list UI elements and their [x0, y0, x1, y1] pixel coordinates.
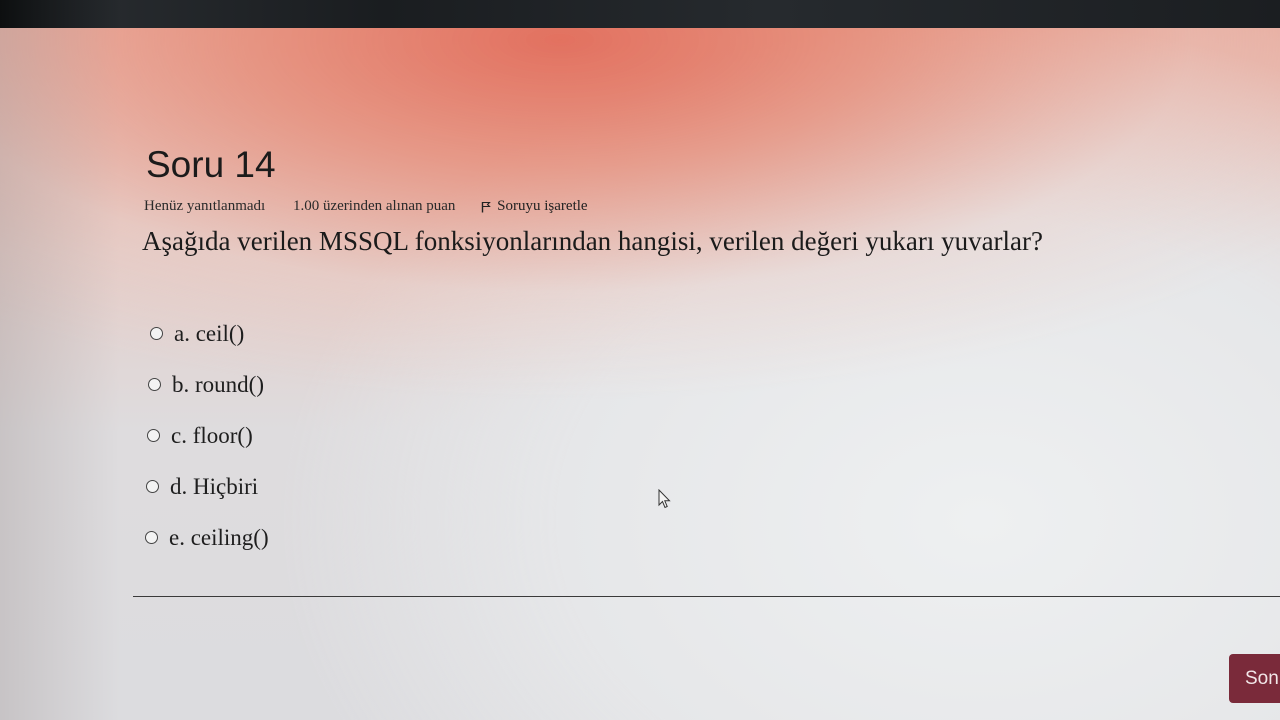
left-shadow — [0, 28, 120, 720]
mouse-pointer-icon — [658, 488, 671, 514]
answer-list: a. ceil() b. round() c. floor() d. Hiçbi… — [142, 308, 269, 563]
question-info: Henüz yanıtlanmadı 1.00 üzerinden alınan… — [144, 198, 588, 215]
answer-label-b: b. round() — [172, 371, 264, 397]
answer-label-d: d. Hiçbiri — [170, 473, 259, 499]
answer-label-a: a. ceil() — [174, 320, 245, 346]
flag-question-link[interactable]: Soruyu işaretle — [481, 198, 588, 215]
answer-option-b[interactable]: b. round() — [148, 359, 269, 410]
top-strip-vignette — [0, 0, 120, 28]
question-title: Soru 14 — [146, 144, 276, 185]
answer-label-e: e. ceiling() — [169, 524, 269, 550]
answer-option-c[interactable]: c. floor() — [147, 410, 269, 461]
answer-radio-e[interactable] — [145, 531, 158, 544]
answer-radio-d[interactable] — [146, 480, 159, 493]
answer-radio-c[interactable] — [147, 429, 160, 442]
answer-label-c: c. floor() — [171, 422, 253, 448]
answer-option-a[interactable]: a. ceil() — [150, 308, 269, 359]
section-divider — [133, 596, 1280, 597]
answer-option-e[interactable]: e. ceiling() — [145, 512, 269, 563]
question-grade: 1.00 üzerinden alınan puan — [292, 198, 456, 215]
question-state: Henüz yanıtlanmadı — [144, 198, 266, 215]
answer-option-d[interactable]: d. Hiçbiri — [146, 461, 269, 512]
flag-question-label: Soruyu işaretle — [497, 198, 588, 215]
answer-radio-b[interactable] — [148, 378, 161, 391]
answer-radio-a[interactable] — [150, 327, 163, 340]
question-text: Aşağıda verilen MSSQL fonksiyonlarından … — [142, 226, 1044, 256]
flag-icon — [481, 201, 491, 213]
browser-top-strip — [0, 0, 1280, 28]
next-page-button[interactable]: Son — [1229, 654, 1280, 703]
